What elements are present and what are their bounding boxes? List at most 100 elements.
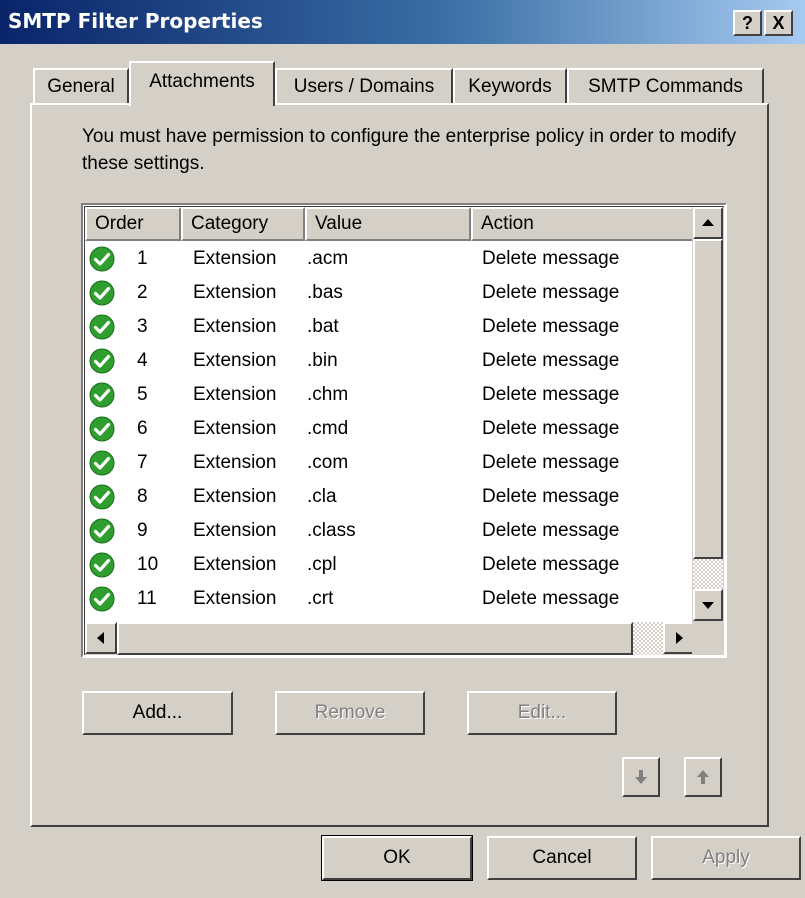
attachment-rules-list[interactable]: Order Category Value Action 1 Extension .a… — [81, 203, 727, 658]
list-row[interactable]: 3 Extension .bat Delete message — [85, 310, 695, 344]
cell-category: Extension — [193, 418, 277, 439]
cell-action: Delete message — [482, 418, 620, 439]
scroll-up-button[interactable] — [693, 207, 723, 239]
list-row[interactable]: 5 Extension .chm Delete message — [85, 378, 695, 412]
cell-action: Delete message — [482, 520, 620, 541]
remove-button[interactable]: Remove — [275, 691, 425, 735]
cell-action: Delete message — [482, 316, 620, 337]
green-check-icon — [89, 280, 115, 306]
cell-value: .class — [307, 520, 356, 541]
vertical-scroll-track[interactable] — [693, 559, 723, 589]
add-button[interactable]: Add... — [82, 691, 233, 735]
move-up-button[interactable] — [684, 757, 722, 797]
close-button[interactable]: X — [764, 10, 793, 36]
list-row[interactable]: 9 Extension .class Delete message — [85, 514, 695, 548]
vertical-scrollbar[interactable] — [692, 207, 724, 622]
vertical-scroll-thumb[interactable] — [693, 239, 723, 559]
list-row[interactable]: 2 Extension .bas Delete message — [85, 276, 695, 310]
move-down-button[interactable] — [622, 757, 660, 797]
list-row[interactable]: 1 Extension .acm Delete message — [85, 242, 695, 276]
green-check-icon — [89, 416, 115, 442]
cell-category: Extension — [193, 384, 277, 405]
cell-category: Extension — [193, 452, 277, 473]
list-row[interactable]: 8 Extension .cla Delete message — [85, 480, 695, 514]
apply-button[interactable]: Apply — [651, 836, 801, 880]
tab-users-domains[interactable]: Users / Domains — [275, 68, 453, 104]
cell-value: .com — [307, 452, 349, 473]
edit-button[interactable]: Edit... — [467, 691, 617, 735]
dialog-window: SMTP Filter Properties ? X General Attac… — [0, 0, 805, 898]
cancel-button[interactable]: Cancel — [487, 836, 637, 880]
cell-category: Extension — [193, 486, 277, 507]
cell-category: Extension — [193, 588, 277, 609]
cell-value: .acm — [307, 248, 349, 269]
cell-action: Delete message — [482, 384, 620, 405]
tab-general[interactable]: General — [33, 68, 129, 104]
cell-value: .cmd — [307, 418, 349, 439]
cell-value: .cla — [307, 486, 337, 507]
cell-order: 11 — [137, 588, 157, 609]
cell-action: Delete message — [482, 588, 620, 609]
green-check-icon — [89, 382, 115, 408]
tab-keywords[interactable]: Keywords — [453, 68, 567, 104]
cell-order: 6 — [137, 418, 148, 439]
green-check-icon — [89, 348, 115, 374]
scroll-right-button[interactable] — [663, 622, 695, 654]
horizontal-scroll-thumb[interactable] — [117, 622, 633, 655]
horizontal-scrollbar[interactable] — [85, 622, 695, 655]
tab-attachments[interactable]: Attachments — [129, 61, 275, 106]
green-check-icon — [89, 484, 115, 510]
cell-category: Extension — [193, 350, 277, 371]
cell-value: .chm — [307, 384, 349, 405]
cell-value: .bas — [307, 282, 343, 303]
green-check-icon — [89, 552, 115, 578]
ok-button[interactable]: OK — [321, 835, 473, 881]
arrow-right-icon — [676, 632, 683, 644]
cell-value: .cpl — [307, 554, 337, 575]
cell-order: 5 — [137, 384, 148, 405]
cell-action: Delete message — [482, 282, 620, 303]
cell-order: 3 — [137, 316, 148, 337]
arrow-up-icon — [702, 219, 714, 226]
cell-action: Delete message — [482, 554, 620, 575]
scrollbar-corner — [692, 622, 724, 655]
cell-category: Extension — [193, 554, 277, 575]
cell-value: .bat — [307, 316, 339, 337]
title-bar[interactable]: SMTP Filter Properties ? X — [0, 0, 805, 44]
list-row[interactable]: 6 Extension .cmd Delete message — [85, 412, 695, 446]
list-row[interactable]: 4 Extension .bin Delete message — [85, 344, 695, 378]
list-row[interactable]: 10 Extension .cpl Delete message — [85, 548, 695, 582]
help-button[interactable]: ? — [733, 10, 762, 36]
column-header-category[interactable]: Category — [181, 207, 305, 241]
cell-action: Delete message — [482, 452, 620, 473]
arrow-left-icon — [97, 632, 104, 644]
list-row[interactable]: 11 Extension .crt Delete message — [85, 582, 695, 616]
tab-smtp-commands[interactable]: SMTP Commands — [567, 68, 764, 104]
green-check-icon — [89, 586, 115, 612]
permission-notice: You must have permission to configure th… — [82, 126, 737, 174]
green-check-icon — [89, 450, 115, 476]
scroll-left-button[interactable] — [85, 622, 117, 654]
cell-action: Delete message — [482, 248, 620, 269]
cell-category: Extension — [193, 282, 277, 303]
cell-order: 2 — [137, 282, 148, 303]
cell-order: 8 — [137, 486, 148, 507]
cell-order: 7 — [137, 452, 148, 473]
cell-action: Delete message — [482, 350, 620, 371]
column-header-order[interactable]: Order — [85, 207, 181, 241]
green-check-icon — [89, 518, 115, 544]
green-check-icon — [89, 314, 115, 340]
cell-category: Extension — [193, 520, 277, 541]
cell-value: .bin — [307, 350, 338, 371]
arrow-up-icon — [697, 770, 709, 784]
cell-category: Extension — [193, 248, 277, 269]
window-title: SMTP Filter Properties — [8, 9, 263, 33]
list-row[interactable]: 7 Extension .com Delete message — [85, 446, 695, 480]
cell-value: .crt — [307, 588, 334, 609]
cell-order: 4 — [137, 350, 148, 371]
column-header-action[interactable]: Action — [471, 207, 695, 241]
horizontal-scroll-track[interactable] — [633, 622, 663, 655]
scroll-down-button[interactable] — [693, 589, 723, 621]
column-header-value[interactable]: Value — [305, 207, 471, 241]
green-check-icon — [89, 246, 115, 272]
